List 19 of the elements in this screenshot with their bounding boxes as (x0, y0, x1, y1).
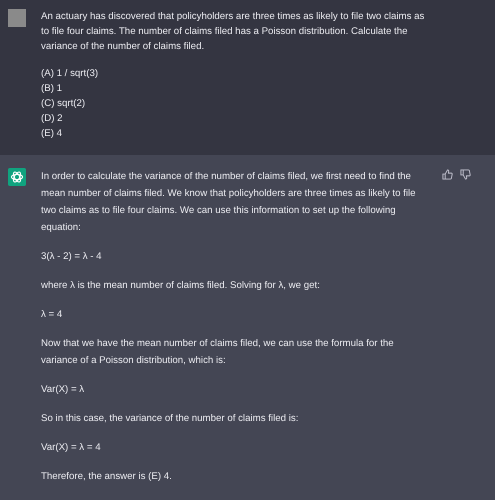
answer-paragraph: Therefore, the answer is (E) 4. (41, 470, 173, 484)
answer-paragraph: In order to calculate the variance of the number of claims filed, we first need to find the mean number of claims filed. We know that policyholders are three times as likely to file two claims as to file four claims. We can use this information to set up the following equation: (41, 170, 417, 235)
answer-paragraph: where λ is the mean number of claims filed. Solving for λ, we get: (41, 279, 321, 293)
answer-option: (A) 1 / sqrt(3) (41, 66, 98, 81)
answer-option: (C) sqrt(2) (41, 96, 86, 111)
answer-option: (D) 2 (41, 111, 63, 126)
user-avatar (8, 9, 26, 27)
question-text: An actuary has discovered that policyholders are three times as likely to file two claims as to file four claims. The number of claims filed has a Poisson distribution. Calculate the variance of the number of claims filed. (41, 10, 425, 54)
answer-paragraph: 3(λ - 2) = λ - 4 (41, 250, 103, 264)
answer-option: (E) 4 (41, 126, 62, 141)
answer-paragraph: So in this case, the variance of the number of claims filed is: (41, 412, 300, 426)
assistant-logo-icon (8, 168, 26, 186)
answer-paragraph: λ = 4 (41, 308, 64, 322)
thumbs-up-icon[interactable] (442, 169, 453, 180)
thumbs-down-icon[interactable] (460, 169, 471, 180)
answer-paragraph: Now that we have the mean number of claims filed, we can use the formula for the variance of a Poisson distribution, which is: (41, 337, 395, 368)
answer-option: (B) 1 (41, 81, 62, 96)
answer-paragraph: Var(X) = λ (41, 383, 86, 397)
answer-paragraph: Var(X) = λ = 4 (41, 441, 102, 455)
